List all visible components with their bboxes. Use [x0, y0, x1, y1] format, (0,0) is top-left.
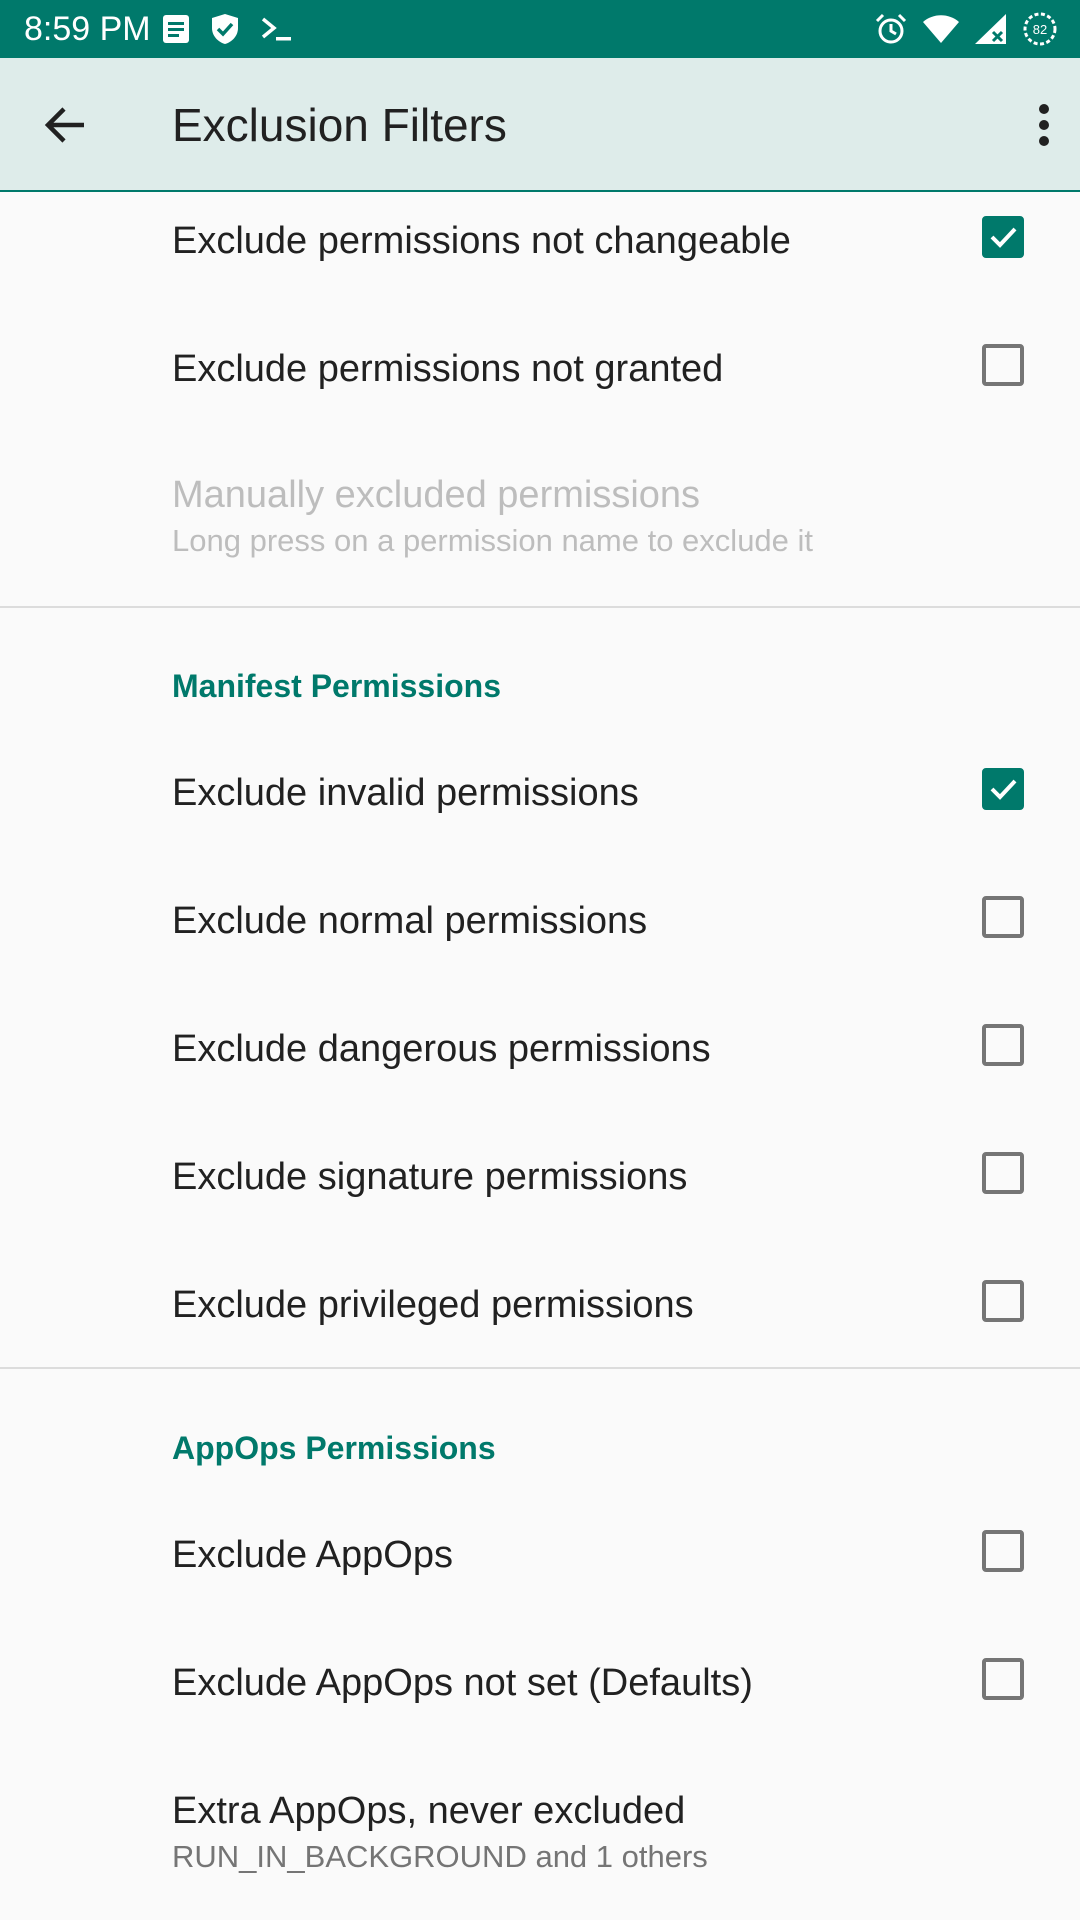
pref-extra-appops[interactable]: Extra AppOps, never excluded RUN_IN_BACK… [0, 1724, 1080, 1894]
pref-exclude-normal[interactable]: Exclude normal permissions [0, 834, 1080, 962]
battery-level: 82 [1033, 22, 1047, 37]
checkmark-icon [990, 779, 1017, 800]
pref-not-granted[interactable]: Exclude permissions not granted [0, 310, 1080, 438]
pref-manually-excluded: Manually excluded permissions Long press… [0, 438, 1080, 598]
pref-title: Exclude signature permissions [172, 1156, 688, 1198]
pref-title: Exclude AppOps [172, 1534, 453, 1576]
alarm-icon [874, 12, 908, 46]
checkbox-exclude-signature[interactable] [982, 1152, 1024, 1194]
checkmark-icon [990, 227, 1017, 248]
app-bar: Exclusion Filters [0, 58, 1080, 192]
pref-exclude-privileged[interactable]: Exclude privileged permissions [0, 1218, 1080, 1346]
status-right-icons: 82 [860, 10, 1058, 48]
section-header-appops: AppOps Permissions [172, 1430, 496, 1466]
arrow-back-icon [44, 107, 84, 143]
battery-icon: 82 [1022, 11, 1058, 47]
shield-check-icon [210, 13, 240, 45]
pref-title: Exclude invalid permissions [172, 772, 639, 814]
checkbox-exclude-normal[interactable] [982, 896, 1024, 938]
back-button[interactable] [36, 95, 96, 155]
pref-title: Manually excluded permissions [172, 474, 701, 516]
pref-title: Exclude permissions not granted [172, 348, 724, 390]
pref-title: Exclude AppOps not set (Defaults) [172, 1662, 753, 1704]
more-vert-icon [1039, 104, 1049, 146]
notes-icon [162, 14, 190, 44]
pref-title: Extra AppOps, never excluded [172, 1790, 686, 1832]
status-bar: 8:59 PM 82 [0, 0, 1080, 58]
section-header-manifest: Manifest Permissions [172, 668, 501, 704]
divider [0, 1367, 1080, 1369]
checkbox-not-granted[interactable] [982, 344, 1024, 386]
checkbox-exclude-invalid[interactable] [982, 768, 1024, 810]
checkbox-exclude-appops-not-set[interactable] [982, 1658, 1024, 1700]
divider [0, 606, 1080, 608]
checkbox-exclude-appops[interactable] [982, 1530, 1024, 1572]
pref-title: Exclude dangerous permissions [172, 1028, 711, 1070]
status-left-icons [162, 11, 314, 47]
pref-not-changeable[interactable]: Exclude permissions not changeable [0, 192, 1080, 310]
checkbox-not-changeable[interactable] [982, 216, 1024, 258]
pref-title: Exclude permissions not changeable [172, 220, 791, 262]
cellular-signal-icon [974, 13, 1008, 45]
overflow-menu-button[interactable] [1014, 95, 1074, 155]
pref-exclude-invalid[interactable]: Exclude invalid permissions [0, 706, 1080, 834]
pref-title: Exclude normal permissions [172, 900, 648, 942]
pref-exclude-signature[interactable]: Exclude signature permissions [0, 1090, 1080, 1218]
preference-list: Exclude permissions not changeable Exclu… [0, 192, 1080, 1920]
terminal-icon [260, 14, 294, 44]
pref-summary: RUN_IN_BACKGROUND and 1 others [172, 1839, 708, 1874]
screen-title: Exclusion Filters [172, 99, 507, 151]
wifi-icon [922, 14, 960, 44]
pref-exclude-appops-not-set[interactable]: Exclude AppOps not set (Defaults) [0, 1596, 1080, 1724]
pref-exclude-dangerous[interactable]: Exclude dangerous permissions [0, 962, 1080, 1090]
checkbox-exclude-dangerous[interactable] [982, 1024, 1024, 1066]
checkbox-exclude-privileged[interactable] [982, 1280, 1024, 1322]
pref-summary: Long press on a permission name to exclu… [172, 523, 814, 558]
status-time: 8:59 PM [24, 10, 151, 48]
pref-title: Exclude privileged permissions [172, 1284, 694, 1326]
pref-exclude-appops[interactable]: Exclude AppOps [0, 1468, 1080, 1596]
